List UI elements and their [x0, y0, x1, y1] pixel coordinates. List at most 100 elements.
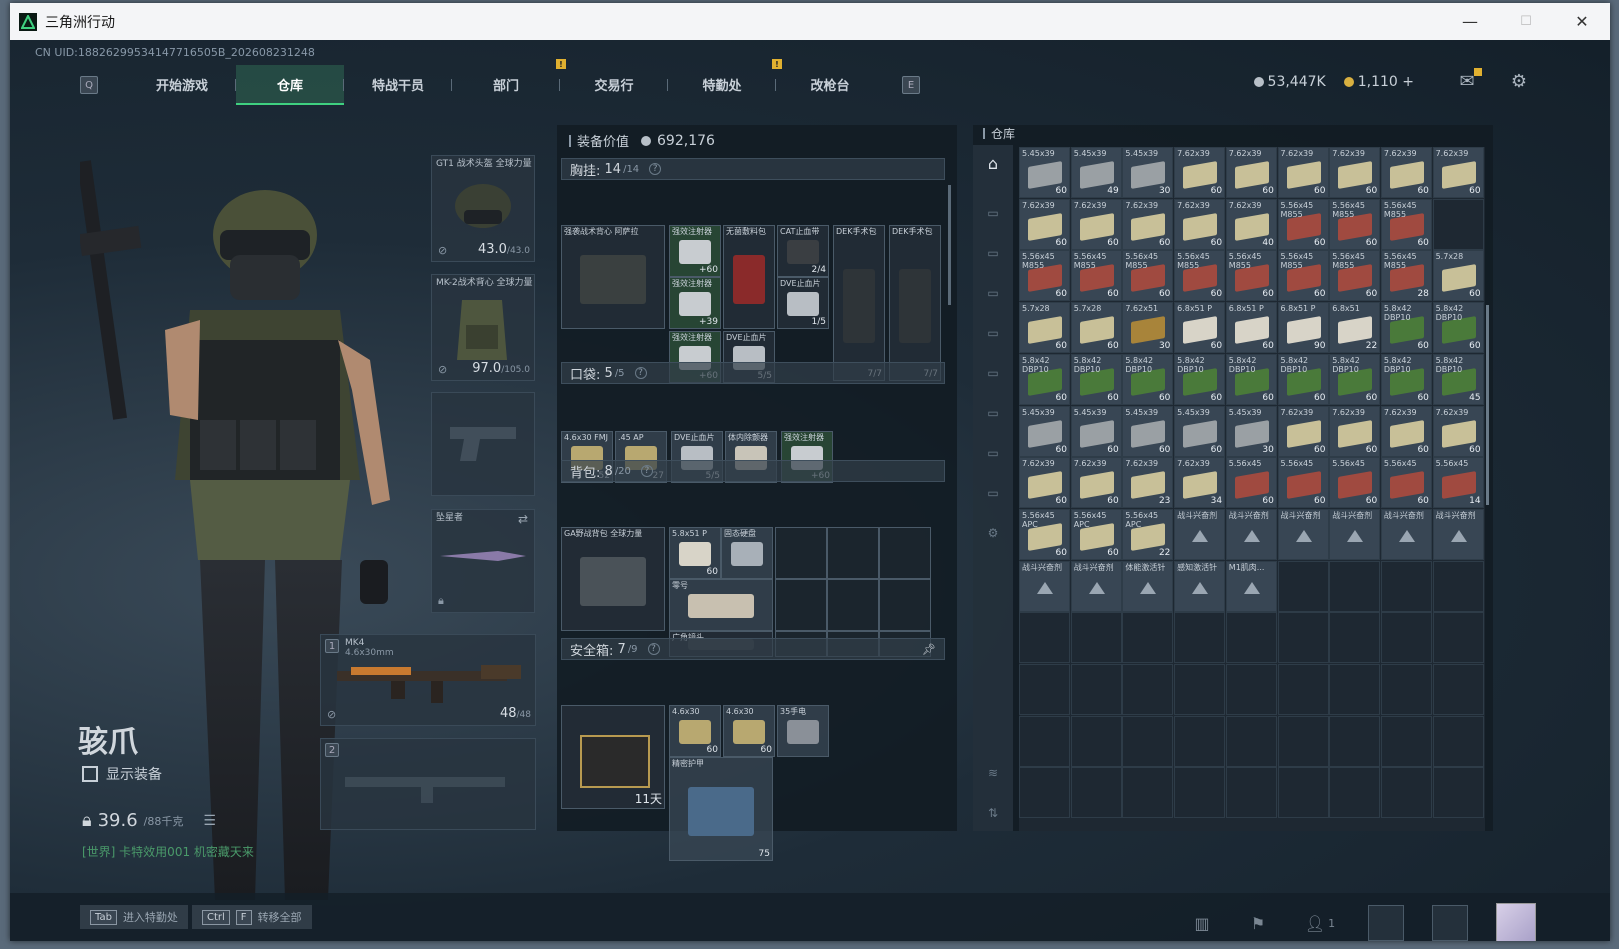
storage-item[interactable]: 5.45x39 60 [1019, 405, 1070, 457]
storage-item[interactable]: 5.56x45 60 [1277, 457, 1329, 509]
pin-icon[interactable]: 📌︎ [922, 643, 936, 656]
safebox-container[interactable]: 11天 [561, 705, 665, 809]
storage-item[interactable]: 5.8x42 DBP10 60 [1432, 302, 1484, 354]
storage-empty-slot[interactable] [1225, 767, 1277, 819]
empty-slot[interactable] [775, 579, 827, 631]
pistol-slot[interactable] [431, 392, 535, 496]
storage-empty-slot[interactable] [1070, 715, 1122, 767]
storage-item[interactable]: 5.7x28 60 [1019, 302, 1070, 354]
help-icon[interactable]: ? [647, 643, 660, 655]
storage-item[interactable]: 战斗兴奋剂 [1070, 560, 1122, 612]
storage-item[interactable]: 感知激活针 [1174, 560, 1226, 612]
storage-item[interactable]: 战斗兴奋剂 [1174, 508, 1226, 560]
inventory-item[interactable]: 强效注射器+60 [669, 225, 721, 277]
storage-item[interactable]: 5.45x39 30 [1122, 147, 1174, 198]
close-button[interactable]: ✕ [1554, 3, 1610, 40]
storage-item[interactable]: 5.56x45 APC 22 [1122, 508, 1174, 560]
storage-item[interactable]: 7.62x39 60 [1122, 198, 1174, 250]
nav-tab-6[interactable]: 改枪台 [776, 65, 884, 105]
storage-item[interactable]: 5.56x45 60 [1329, 457, 1381, 509]
settings-gear-icon[interactable]: ⚙ [1508, 70, 1530, 92]
transfer-all-hint[interactable]: Ctrl F 转移全部 [192, 905, 312, 929]
storage-item[interactable]: 7.62x39 60 [1380, 147, 1432, 198]
storage-item[interactable]: 7.62x39 60 [1277, 405, 1329, 457]
currency-secondary[interactable]: 1,110 + [1343, 74, 1414, 90]
flag-icon[interactable]: ⚑ [1244, 909, 1272, 937]
sort-icon[interactable]: ⇅ [983, 803, 1003, 823]
storage-item[interactable]: 7.62x39 60 [1174, 147, 1226, 198]
storage-item[interactable]: 5.8x42 DBP10 45 [1432, 353, 1484, 405]
storage-item[interactable]: 5.56x45 60 [1225, 457, 1277, 509]
layers-icon[interactable]: ≋ [983, 763, 1003, 783]
nav-tab-0[interactable]: 开始游戏 [128, 65, 236, 105]
storage-item[interactable]: 6.8x51 P 90 [1277, 302, 1329, 354]
inventory-item[interactable]: 强效注射器 +39 [669, 277, 721, 329]
storage-item[interactable]: 6.8x51 22 [1329, 302, 1381, 354]
storage-item[interactable]: 5.8x42 DBP10 60 [1277, 353, 1329, 405]
storage-item[interactable]: 5.56x45 M855 60 [1380, 198, 1432, 250]
category-tab-icon[interactable]: ▭ [983, 243, 1003, 263]
storage-item[interactable]: 7.62x39 60 [1019, 198, 1070, 250]
storage-item[interactable]: 5.8x42 DBP10 60 [1122, 353, 1174, 405]
inventory-item[interactable]: DVE止血片 1/5 [777, 277, 829, 329]
storage-empty-slot[interactable] [1174, 715, 1226, 767]
storage-item[interactable]: 7.62x39 60 [1277, 147, 1329, 198]
storage-item[interactable]: 5.8x42 DBP10 60 [1380, 302, 1432, 354]
storage-empty-slot[interactable] [1432, 198, 1484, 250]
storage-empty-slot[interactable] [1380, 767, 1432, 819]
storage-home-icon[interactable]: ⌂ [983, 153, 1003, 173]
inventory-item[interactable]: 固态硬盘 [721, 527, 773, 579]
storage-empty-slot[interactable] [1174, 664, 1226, 715]
storage-item[interactable]: 5.56x45 M855 60 [1329, 198, 1381, 250]
category-tab-icon[interactable]: ▭ [983, 443, 1003, 463]
storage-empty-slot[interactable] [1329, 560, 1381, 612]
storage-empty-slot[interactable] [1329, 767, 1381, 819]
category-tab-icon[interactable]: ▭ [983, 203, 1003, 223]
storage-empty-slot[interactable] [1380, 560, 1432, 612]
storage-empty-slot[interactable] [1380, 612, 1432, 664]
storage-item[interactable]: 5.56x45 M855 60 [1019, 250, 1070, 302]
storage-empty-slot[interactable] [1225, 612, 1277, 664]
list-icon[interactable]: ☰ [203, 813, 216, 829]
storage-item[interactable]: 5.56x45 60 [1380, 457, 1432, 509]
primary-weapon-slot[interactable]: 1 MK4 4.6x30mm ⊘ 48/48 [320, 634, 536, 726]
nav-tab-1[interactable]: 仓库 [236, 65, 344, 105]
storage-empty-slot[interactable] [1225, 715, 1277, 767]
storage-item[interactable]: 5.45x39 60 [1122, 405, 1174, 457]
storage-empty-slot[interactable] [1329, 612, 1381, 664]
storage-empty-slot[interactable] [1380, 664, 1432, 715]
storage-item[interactable]: 6.8x51 P 60 [1174, 302, 1226, 354]
maximize-button[interactable]: ☐ [1498, 3, 1554, 40]
storage-item[interactable]: 5.56x45 M855 60 [1070, 250, 1122, 302]
storage-item[interactable]: 5.8x42 DBP10 60 [1019, 353, 1070, 405]
storage-item[interactable]: 5.56x45 M855 60 [1277, 250, 1329, 302]
storage-empty-slot[interactable] [1432, 612, 1484, 664]
storage-empty-slot[interactable] [1277, 612, 1329, 664]
category-tab-icon[interactable]: ▭ [983, 403, 1003, 423]
storage-empty-slot[interactable] [1019, 612, 1070, 664]
inventory-item[interactable]: DEK手术包7/7 [889, 225, 941, 381]
storage-item[interactable]: 战斗兴奋剂 [1277, 508, 1329, 560]
storage-item[interactable]: 7.62x39 34 [1174, 457, 1226, 509]
empty-slot[interactable] [879, 527, 931, 579]
inventory-item[interactable]: 强袭战术背心 阿萨拉 [561, 225, 665, 329]
inventory-item[interactable]: 35手电 [777, 705, 829, 757]
storage-item[interactable]: 5.7x28 60 [1432, 250, 1484, 302]
inventory-item[interactable]: GA野战背包 全球力量 [561, 527, 665, 631]
storage-empty-slot[interactable] [1070, 767, 1122, 819]
world-chat-line[interactable]: [世界] 卡特效用001 机密藏天来 [82, 843, 254, 860]
inventory-item[interactable]: 零号 [669, 579, 773, 631]
storage-empty-slot[interactable] [1277, 560, 1329, 612]
storage-item[interactable]: 5.56x45 M855 28 [1380, 250, 1432, 302]
storage-item[interactable]: 5.8x42 DBP10 60 [1174, 353, 1226, 405]
storage-item[interactable]: 5.7x28 60 [1070, 302, 1122, 354]
storage-item[interactable]: M1肌肉... [1225, 560, 1277, 612]
minimize-button[interactable]: — [1442, 3, 1498, 40]
category-tab-icon[interactable]: ▭ [983, 283, 1003, 303]
nav-tab-5[interactable]: 特勤处! [668, 59, 782, 105]
armor-slot[interactable]: MK-2战术背心 全球力量 ⊘ 97.0/105.0 [431, 274, 535, 381]
storage-item[interactable]: 5.56x45 M855 60 [1122, 250, 1174, 302]
panel-scrollbar[interactable] [948, 185, 951, 305]
storage-item[interactable]: 5.45x39 60 [1019, 147, 1070, 198]
storage-empty-slot[interactable] [1122, 715, 1174, 767]
